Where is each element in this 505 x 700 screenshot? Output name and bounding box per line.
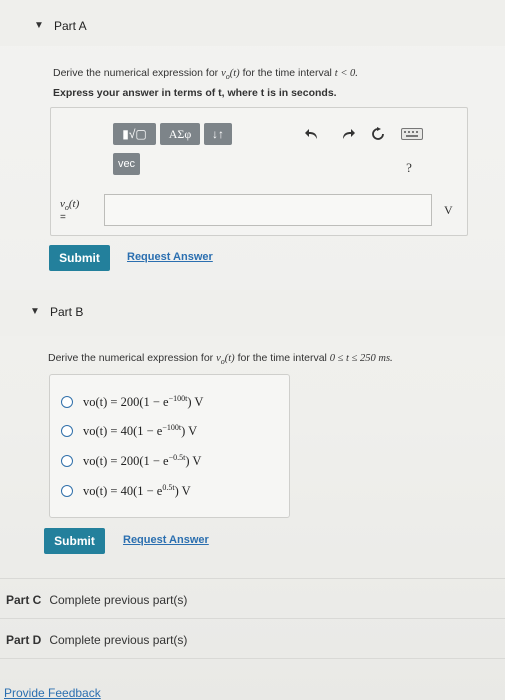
part-a-prompt: Derive the numerical expression for vo(t… [53,67,358,81]
part-d-label: Part D [6,633,42,647]
part-d-status: Complete previous part(s) [49,633,188,647]
part-a-request-answer-link[interactable]: Request Answer [127,251,213,263]
choice-text-end: ) V [181,424,198,439]
collapse-caret-icon[interactable]: ▼ [34,20,44,31]
reset-icon[interactable] [368,124,388,144]
collapse-caret-icon[interactable]: ▼ [30,306,40,317]
part-a-instruction: Express your answer in terms of t, where… [53,87,337,99]
prompt-condition: t < 0. [334,68,358,79]
help-button[interactable]: ? [402,160,416,176]
divider [0,578,505,579]
prompt-arg: (t) [224,353,235,364]
vec-button[interactable]: vec [113,153,140,175]
part-b-submit-button[interactable]: Submit [44,528,105,554]
part-c-label: Part C [6,593,42,607]
prompt-text-mid: for the time interval [234,352,330,364]
radio-button[interactable] [61,455,73,467]
part-c-row[interactable]: Part C Complete previous part(s) [6,593,187,607]
radio-button[interactable] [61,485,73,497]
choice-label: vo(t) = 40(1 − e−100t) V [83,423,197,439]
choice-text: vo(t) = 40(1 − e [83,424,163,439]
choice-option[interactable]: vo(t) = 40(1 − e0.5t) V [61,481,191,501]
prompt-text: Derive the numerical expression for [53,67,222,79]
choice-text-end: ) V [174,484,191,499]
part-b-request-answer-link[interactable]: Request Answer [123,534,209,546]
part-a-submit-button[interactable]: Submit [49,245,110,271]
arrows-button[interactable]: ↓↑ [204,123,232,145]
greek-symbols-button[interactable]: ΑΣφ [160,123,200,145]
answer-input[interactable] [104,194,432,226]
prompt-text: Derive the numerical expression for [48,352,217,364]
label-equals: = [60,212,66,223]
choice-option[interactable]: vo(t) = 200(1 − e−0.5t) V [61,451,201,471]
prompt-text-mid: for the time interval [239,67,335,79]
templates-button[interactable]: ▮√▢ [113,123,156,145]
part-d-row[interactable]: Part D Complete previous part(s) [6,633,187,647]
choice-exponent: −0.5t [168,452,186,462]
choice-text-end: ) V [185,454,202,469]
choice-exponent: 0.5t [162,482,175,492]
choice-text-end: ) V [187,395,204,410]
choice-label: vo(t) = 200(1 − e−100t) V [83,394,203,410]
part-a-title: Part A [54,19,87,33]
part-b-prompt: Derive the numerical expression for vo(t… [48,352,393,366]
label-arg: (t) [68,198,80,210]
radio-button[interactable] [61,425,73,437]
redo-icon[interactable] [338,124,358,144]
part-b-title: Part B [50,305,84,319]
answer-label: vo(t) [60,198,79,212]
choice-text: vo(t) = 200(1 − e [83,454,169,469]
choice-option[interactable]: vo(t) = 40(1 − e−100t) V [61,421,197,441]
undo-icon[interactable] [302,124,322,144]
prompt-arg: (t) [229,68,240,79]
divider [0,658,505,659]
keyboard-icon[interactable] [400,127,424,141]
provide-feedback-link[interactable]: Provide Feedback [4,686,101,700]
radio-button[interactable] [61,396,73,408]
part-c-status: Complete previous part(s) [49,593,188,607]
choice-label: vo(t) = 40(1 − e0.5t) V [83,483,191,499]
choice-exponent: −100t [162,422,182,432]
choice-text: vo(t) = 200(1 − e [83,395,169,410]
divider [0,618,505,619]
prompt-condition: 0 ≤ t ≤ 250 ms. [329,353,393,364]
choice-option[interactable]: vo(t) = 200(1 − e−100t) V [61,392,203,412]
choice-label: vo(t) = 200(1 − e−0.5t) V [83,453,201,469]
choice-text: vo(t) = 40(1 − e [83,484,163,499]
choice-exponent: −100t [168,393,188,403]
unit-label: V [444,203,453,217]
